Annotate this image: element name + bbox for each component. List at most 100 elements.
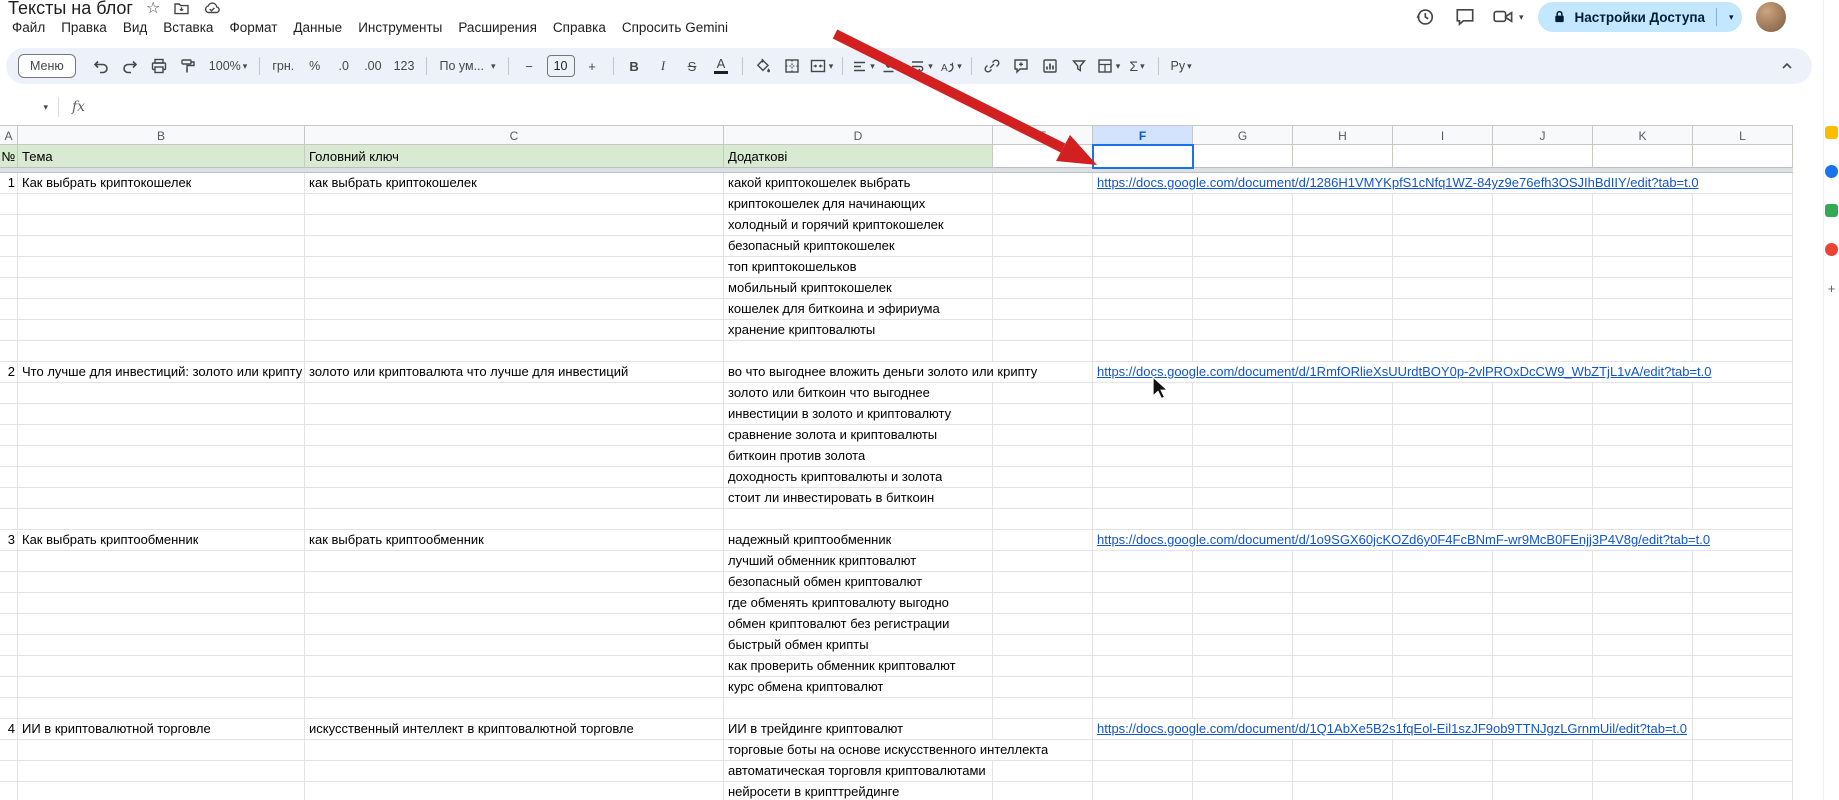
font-size-input[interactable]: 10 (546, 55, 575, 77)
cloud-saved-icon[interactable] (203, 0, 221, 17)
cell-additional-key[interactable]: биткоин против золота (728, 446, 866, 466)
menu-item-1[interactable]: Правка (53, 16, 115, 39)
grid-body[interactable]: 1 Как выбрать криптокошелек как выбрать кр… (0, 173, 1793, 800)
name-box[interactable]: ▾ (0, 102, 58, 112)
print-button[interactable] (146, 53, 173, 79)
cell-additional-key[interactable]: безопасный криптокошелек (728, 236, 895, 256)
font-size-increase-button[interactable]: + (579, 53, 606, 79)
increase-decimal-button[interactable]: .00 (359, 53, 386, 79)
column-header-A[interactable]: A (0, 126, 18, 145)
cell-main-key[interactable]: искусственный интеллект в криптовалютной… (309, 719, 634, 739)
cell-additional-key[interactable]: нейросети в крипттрейдинге (728, 782, 900, 800)
contacts-icon[interactable] (1825, 243, 1838, 256)
cell-additional-key[interactable]: стоит ли инвестировать в биткоин (728, 488, 935, 508)
text-rotation-button[interactable]: A ▾ (937, 53, 964, 79)
menu-item-5[interactable]: Данные (285, 16, 350, 39)
cell-topic[interactable]: ИИ в криптовалютной торговле (22, 719, 211, 739)
insert-chart-button[interactable] (1037, 53, 1064, 79)
collapse-toolbar-button[interactable] (1773, 53, 1800, 79)
merge-cells-button[interactable]: ▾ (808, 53, 835, 79)
column-header-D[interactable]: D (724, 126, 993, 145)
cell-additional-key[interactable]: где обменять криптовалюту выгодно (728, 593, 949, 613)
insert-link-button[interactable] (979, 53, 1006, 79)
cell-main-key[interactable]: как выбрать криптокошелек (309, 173, 477, 193)
header-cell-C[interactable]: Головний ключ (305, 145, 724, 167)
functions-button[interactable]: Σ ▾ (1124, 53, 1151, 79)
horizontal-align-button[interactable]: ▾ (850, 53, 877, 79)
meet-button[interactable]: ▾ (1492, 6, 1524, 28)
input-tools-button[interactable]: Ру ▾ (1166, 53, 1197, 79)
percent-format-button[interactable]: % (301, 53, 328, 79)
maps-icon[interactable] (1825, 204, 1838, 217)
column-header-G[interactable]: G (1193, 126, 1293, 145)
column-header-I[interactable]: I (1393, 126, 1493, 145)
undo-button[interactable] (88, 53, 115, 79)
header-cell-E[interactable] (993, 145, 1093, 167)
cell-additional-key[interactable]: холодный и горячий криптокошелек (728, 215, 944, 235)
number-format-button[interactable]: 123 (389, 53, 420, 79)
font-size-decrease-button[interactable]: − (516, 53, 543, 79)
cell-number[interactable]: 3 (0, 530, 15, 550)
move-folder-icon[interactable] (173, 0, 190, 17)
bold-button[interactable]: B (621, 53, 648, 79)
menu-item-4[interactable]: Формат (221, 16, 285, 39)
cell-topic[interactable]: Как выбрать криптокошелек (22, 173, 191, 193)
paint-format-button[interactable] (175, 53, 202, 79)
menu-item-0[interactable]: Файл (4, 16, 53, 39)
share-button[interactable]: Настройки Доступа ▾ (1537, 2, 1742, 32)
doc-link[interactable]: https://docs.google.com/document/d/1Q1Ab… (1097, 719, 1688, 739)
cell-additional-key[interactable]: автоматическая торговля криптовалютами (728, 761, 986, 781)
chevron-down-icon[interactable]: ▾ (1729, 12, 1734, 22)
doc-link[interactable]: https://docs.google.com/document/d/1286H… (1097, 173, 1699, 193)
cell-additional-key[interactable]: криптокошелек для начинающих (728, 194, 926, 214)
header-cell-K[interactable] (1593, 145, 1693, 167)
fill-color-button[interactable] (750, 53, 777, 79)
column-header-E[interactable]: E (993, 126, 1093, 145)
cell-additional-key[interactable]: обмен криптовалют без регистрации (728, 614, 950, 634)
header-cell-L[interactable] (1693, 145, 1793, 167)
doc-link[interactable]: https://docs.google.com/document/d/1RmfO… (1097, 362, 1712, 382)
table-button[interactable]: ▾ (1095, 53, 1122, 79)
currency-format-button[interactable]: грн. (267, 53, 299, 79)
cell-main-key[interactable]: золото или криптовалюта что лучше для ин… (309, 362, 628, 382)
cell-additional-key[interactable]: курс обмена криптовалют (728, 677, 884, 697)
header-cell-I[interactable] (1393, 145, 1493, 167)
cell-additional-key[interactable]: лучший обменник криптовалют (728, 551, 917, 571)
comments-icon[interactable] (1452, 4, 1478, 30)
cell-topic[interactable]: Что лучше для инвестиций: золото или кри… (22, 362, 302, 382)
font-select[interactable]: По ум... ▾ (434, 53, 500, 79)
add-comment-button[interactable] (1008, 53, 1035, 79)
italic-button[interactable]: I (650, 53, 677, 79)
menu-item-8[interactable]: Справка (545, 16, 614, 39)
cell-additional-key[interactable]: сравнение золота и криптовалюты (728, 425, 938, 445)
menus-button[interactable]: Меню (18, 54, 76, 78)
cell-additional-key[interactable]: кошелек для биткоина и эфириума (728, 299, 940, 319)
tasks-icon[interactable] (1825, 165, 1838, 178)
header-cell-A[interactable]: № (0, 145, 18, 167)
cell-additional-key[interactable]: надежный криптообменник (728, 530, 892, 550)
cell-additional-key[interactable]: золото или биткоин что выгоднее (728, 383, 930, 403)
vertical-align-button[interactable]: ▾ (879, 53, 906, 79)
cell-additional-key[interactable]: как проверить обменник криптовалют (728, 656, 956, 676)
menu-item-9[interactable]: Спросить Gemini (614, 16, 736, 39)
cell-main-key[interactable]: как выбрать криптообменник (309, 530, 484, 550)
column-header-C[interactable]: C (305, 126, 724, 145)
cell-additional-key[interactable]: быстрый обмен крипты (728, 635, 869, 655)
borders-button[interactable] (779, 53, 806, 79)
header-cell-J[interactable] (1493, 145, 1593, 167)
menu-item-3[interactable]: Вставка (155, 16, 221, 39)
cell-additional-key[interactable]: хранение криптовалюты (728, 320, 876, 340)
text-color-button[interactable]: A (708, 53, 735, 79)
formula-input[interactable] (85, 92, 1793, 122)
cell-additional-key[interactable]: безопасный обмен криптовалют (728, 572, 923, 592)
cell-topic[interactable]: Как выбрать криптообменник (22, 530, 198, 550)
strikethrough-button[interactable]: S (679, 53, 706, 79)
avatar[interactable] (1755, 2, 1786, 32)
cell-additional-key[interactable]: ИИ в трейдинге криптовалют (728, 719, 904, 739)
header-cell-H[interactable] (1293, 145, 1393, 167)
header-cell-B[interactable]: Тема (18, 145, 305, 167)
zoom-select[interactable]: 100% ▾ (204, 53, 253, 79)
menu-item-7[interactable]: Расширения (450, 16, 545, 39)
column-header-J[interactable]: J (1493, 126, 1593, 145)
cell-additional-key[interactable]: какой криптокошелек выбрать (728, 173, 911, 193)
